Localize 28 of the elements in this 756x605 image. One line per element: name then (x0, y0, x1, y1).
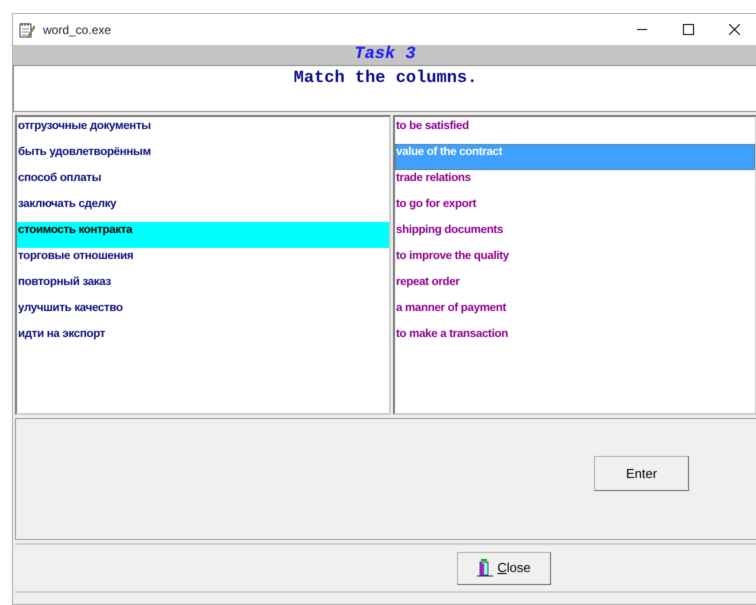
list-item[interactable]: to improve the quality (395, 248, 755, 274)
close-icon (728, 24, 740, 35)
enter-button[interactable]: Enter (594, 456, 689, 491)
list-item[interactable]: быть удовлетворённым (17, 144, 389, 170)
window-title: word_co.exe (43, 22, 112, 38)
task-title: Task 3 (354, 45, 416, 64)
notepad-icon (19, 22, 35, 38)
list-item[interactable]: отгрузочные документы (17, 118, 389, 144)
maximize-icon (682, 24, 694, 35)
list-item[interactable]: a manner of payment (395, 300, 755, 326)
list-item[interactable]: shipping documents (395, 222, 755, 248)
list-item[interactable]: заключать сделку (17, 196, 389, 222)
list-item[interactable]: to make a transaction (395, 326, 755, 352)
list-item[interactable]: повторный заказ (17, 274, 389, 300)
list-item[interactable]: to go for export (395, 196, 755, 222)
instruction-text: Match the columns. (294, 69, 478, 88)
list-item[interactable]: trade relations (395, 170, 755, 196)
english-list[interactable]: to be satisfied value of the contract trade relations to go for export shipping documents to improve the quality repeat order a manner of payment to make a transaction (393, 115, 756, 415)
list-item[interactable]: торговые отношения (17, 248, 389, 274)
list-item[interactable]: идти на экспорт (17, 326, 389, 352)
list-item[interactable]: стоимость контракта (17, 222, 389, 248)
list-item[interactable]: to be satisfied (395, 118, 755, 144)
list-item[interactable]: repeat order (395, 274, 755, 300)
list-item[interactable]: способ оплаты (17, 170, 389, 196)
list-item[interactable]: улучшить качество (17, 300, 389, 326)
russian-list[interactable]: отгрузочные документы быть удовлетворённым способ оплаты заключать сделку стоимость контракта торговые отношения повторный заказ улучшить качество идти на экспорт (15, 115, 391, 415)
door-exit-icon (477, 559, 494, 577)
close-button[interactable]: Close (457, 552, 551, 584)
